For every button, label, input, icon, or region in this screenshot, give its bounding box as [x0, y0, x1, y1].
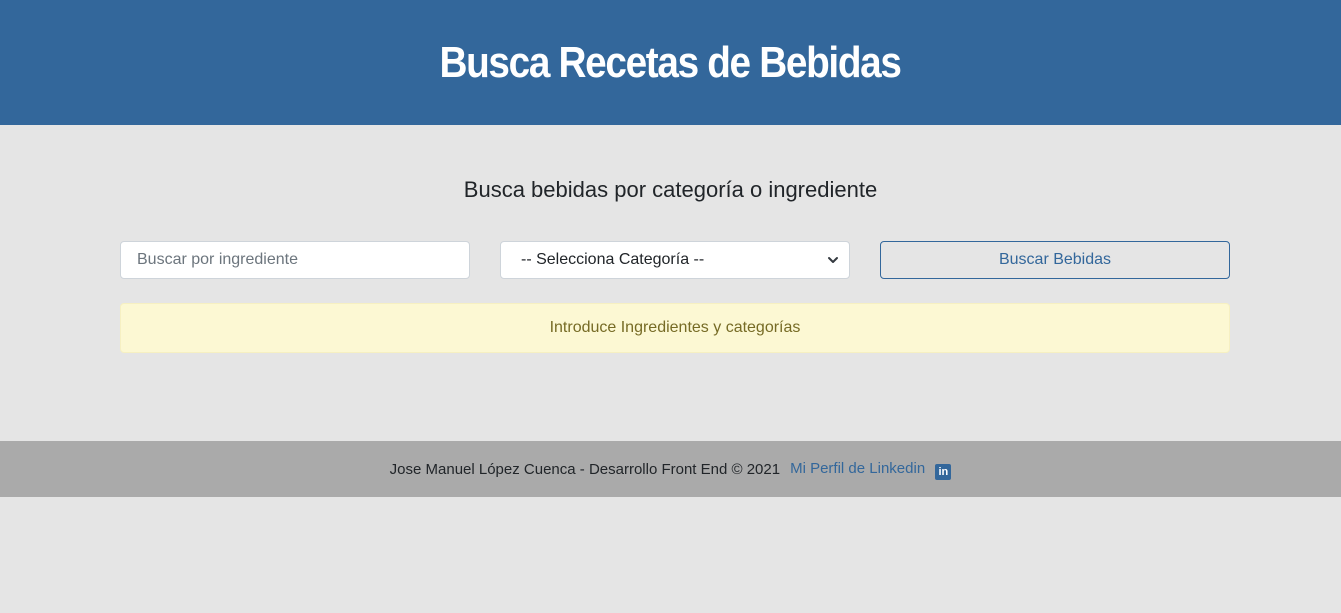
footer-credit: Jose Manuel López Cuenca - Desarrollo Fr…	[389, 460, 781, 478]
section-subtitle: Busca bebidas por categoría o ingredient…	[463, 177, 878, 202]
search-form: -- Selecciona Categoría -- Buscar Bebida…	[120, 241, 1230, 279]
category-select-value: -- Selecciona Categoría --	[521, 251, 705, 268]
info-alert: Introduce Ingredientes y categorías	[120, 303, 1230, 353]
linkedin-link-label: Mi Perfil de Linkedin	[790, 460, 926, 477]
search-drinks-button[interactable]: Buscar Bebidas	[880, 241, 1230, 279]
site-header: Busca Recetas de Bebidas	[0, 0, 1341, 125]
page-title: Busca Recetas de Bebidas	[439, 37, 902, 87]
chevron-down-icon	[828, 257, 838, 263]
site-footer: Jose Manuel López Cuenca - Desarrollo Fr…	[0, 441, 1341, 497]
search-section: Busca bebidas por categoría o ingredient…	[0, 125, 1341, 441]
category-select[interactable]: -- Selecciona Categoría --	[500, 241, 850, 279]
ingredient-search-input[interactable]	[120, 241, 470, 279]
linkedin-icon: in	[935, 464, 952, 480]
linkedin-profile-link[interactable]: Mi Perfil de Linkedin in	[790, 460, 952, 480]
